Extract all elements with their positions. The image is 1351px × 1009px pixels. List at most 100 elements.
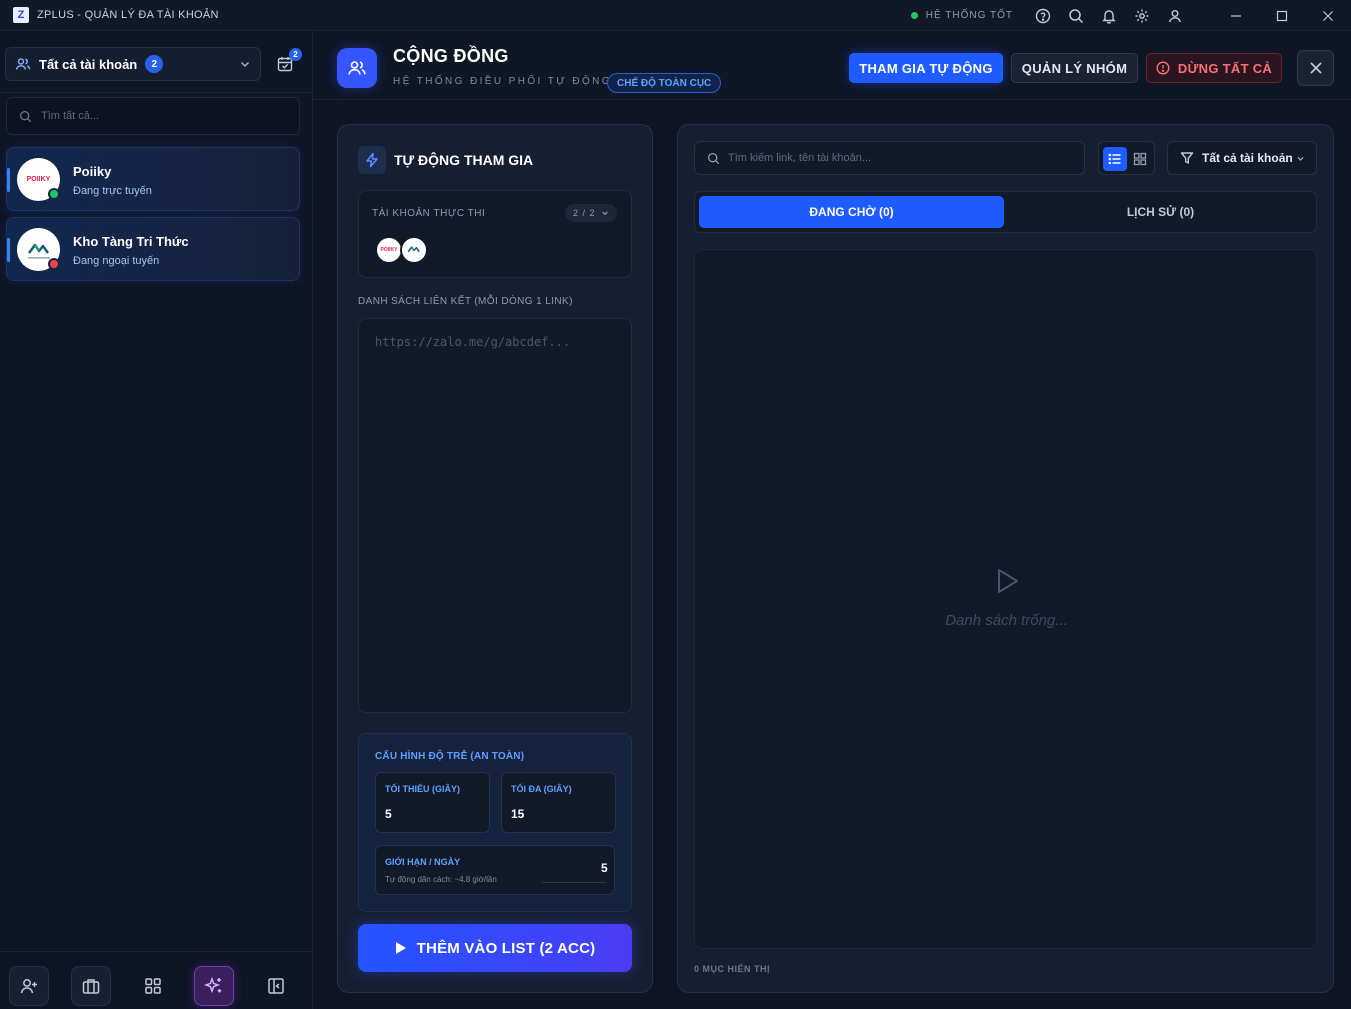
avatar-logo-icon xyxy=(27,243,50,258)
exec-accounts-box: TÀI KHOẢN THỰC THI 2 / 2 POIIKY xyxy=(358,190,632,278)
status-dot-online xyxy=(48,188,60,200)
queue-panel: Tất cả tài khoản ĐANG CHỜ (0) LỊCH SỬ (0… xyxy=(677,124,1334,993)
empty-state-text: Danh sách trống... xyxy=(945,612,1068,629)
sparkles-icon xyxy=(203,976,222,994)
alert-circle-icon xyxy=(1156,61,1170,75)
account-item-kho-tang-tri-thuc[interactable]: Kho Tàng Tri Thức Đang ngoại tuyến xyxy=(6,217,300,281)
exec-avatar-poiiky: POIIKY xyxy=(375,236,403,264)
view-toggle xyxy=(1098,141,1155,175)
sidebar-divider xyxy=(0,92,313,93)
title-bar: Z ZPLUS - QUẢN LÝ ĐA TÀI KHOẢN HỆ THỐNG … xyxy=(0,0,1351,31)
auto-join-title: TỰ ĐỘNG THAM GIA xyxy=(394,152,534,168)
account-status: Đang trực tuyến xyxy=(73,185,152,197)
min-delay-value[interactable]: 5 xyxy=(385,807,392,821)
max-delay-value[interactable]: 15 xyxy=(511,807,524,821)
account-name: Poiiky xyxy=(73,164,112,179)
active-indicator xyxy=(7,168,10,192)
sidebar-toolbar xyxy=(0,951,313,1009)
sparkles-button[interactable] xyxy=(194,966,234,1006)
exec-accounts-label: TÀI KHOẢN THỰC THI xyxy=(372,208,486,219)
lightning-icon xyxy=(358,146,386,174)
page-header: CỘNG ĐỒNG HỆ THỐNG ĐIỀU PHỐI TỰ ĐỘNG CHẾ… xyxy=(313,31,1351,100)
status-dot-offline xyxy=(48,258,60,270)
grid-button[interactable] xyxy=(133,966,173,1006)
account-count-badge: 2 xyxy=(145,55,164,73)
list-view-button[interactable] xyxy=(1103,147,1127,171)
list-icon xyxy=(1108,153,1121,165)
system-status-dot xyxy=(910,12,918,19)
queue-list: Danh sách trống... xyxy=(694,249,1317,949)
stop-all-label: DỪNG TẤT CẢ xyxy=(1177,60,1273,76)
auto-join-button[interactable]: THAM GIA TỰ ĐỘNG xyxy=(849,53,1003,83)
tab-pending[interactable]: ĐANG CHỜ (0) xyxy=(699,196,1004,228)
add-to-list-button[interactable]: THÊM VÀO LIST (2 ACC) xyxy=(358,924,632,972)
tab-history[interactable]: LỊCH SỬ (0) xyxy=(1008,196,1313,228)
play-outline-icon xyxy=(993,567,1021,595)
search-icon xyxy=(19,110,32,123)
chevron-down-icon xyxy=(601,209,609,217)
account-item-poiiky[interactable]: POIIKY Poiiky Đang trực tuyến xyxy=(6,147,300,211)
exec-avatar-logo: POIIKY xyxy=(380,247,398,253)
account-filter-dropdown[interactable]: Tất cả tài khoản xyxy=(1167,141,1317,175)
gear-icon[interactable] xyxy=(1134,8,1150,24)
community-icon xyxy=(337,48,377,88)
account-name: Kho Tàng Tri Thức xyxy=(73,234,189,249)
exec-accounts-count: 2 / 2 xyxy=(573,208,596,218)
users-icon xyxy=(15,56,31,72)
app-title: ZPLUS - QUẢN LÝ ĐA TÀI KHOẢN xyxy=(37,9,219,21)
links-label: DANH SÁCH LIÊN KẾT (MỖI DÒNG 1 LINK) xyxy=(358,296,573,307)
queue-search xyxy=(694,141,1085,175)
global-mode-badge: CHẾ ĐỘ TOÀN CỤC xyxy=(607,73,722,93)
system-status-text: HỆ THỐNG TỐT xyxy=(925,10,1013,21)
daily-limit-value[interactable]: 5 xyxy=(601,861,608,875)
items-count-text: 0 MỤC HIỂN THỊ xyxy=(694,964,771,974)
help-icon[interactable] xyxy=(1035,8,1051,24)
daily-limit-label: GIỚI HẠN / NGÀY xyxy=(385,857,461,867)
add-to-list-label: THÊM VÀO LIST (2 ACC) xyxy=(416,939,596,957)
bell-icon[interactable] xyxy=(1101,8,1117,24)
grid-icon xyxy=(1133,152,1147,166)
sidebar-search-input[interactable] xyxy=(41,110,281,122)
briefcase-icon xyxy=(82,979,100,994)
exec-avatar-logo-icon xyxy=(407,246,420,253)
add-user-button[interactable] xyxy=(9,966,49,1006)
account-selector[interactable]: Tất cả tài khoản 2 xyxy=(5,47,261,81)
user-icon[interactable] xyxy=(1167,8,1183,24)
minimize-button[interactable] xyxy=(1213,0,1259,31)
account-status: Đang ngoại tuyến xyxy=(73,255,160,267)
panel-collapse-icon xyxy=(268,978,284,994)
grid-view-button[interactable] xyxy=(1128,147,1152,171)
page-subtitle: HỆ THỐNG ĐIỀU PHỐI TỰ ĐỘNG xyxy=(393,76,612,87)
exec-accounts-dropdown[interactable]: 2 / 2 xyxy=(565,204,617,222)
calendar-badge: 2 xyxy=(289,48,302,61)
queue-tabs: ĐANG CHỜ (0) LỊCH SỬ (0) xyxy=(694,191,1317,233)
close-panel-button[interactable] xyxy=(1297,50,1334,86)
account-selector-label: Tất cả tài khoản xyxy=(39,56,138,72)
add-user-icon xyxy=(20,979,37,994)
avatar-logo: POIIKY xyxy=(26,176,51,183)
links-textarea[interactable] xyxy=(358,318,632,713)
briefcase-button[interactable] xyxy=(71,966,111,1006)
search-icon[interactable] xyxy=(1068,8,1084,24)
daily-limit-hint: Tự động dãn cách: ~4.8 giờ/lần xyxy=(385,875,497,884)
collapse-sidebar-button[interactable] xyxy=(256,966,296,1006)
close-icon xyxy=(1309,62,1322,74)
delay-config-box: CẤU HÌNH ĐỘ TRỄ (AN TOÀN) TỐI THIỂU (GIÂ… xyxy=(358,733,632,912)
play-icon xyxy=(395,941,407,955)
grid-icon xyxy=(145,978,161,994)
filter-icon xyxy=(1180,151,1194,165)
manage-groups-button[interactable]: QUẢN LÝ NHÓM xyxy=(1011,53,1138,83)
close-window-button[interactable] xyxy=(1305,0,1351,31)
min-delay-field[interactable]: TỐI THIỂU (GIÂY) 5 xyxy=(375,772,490,833)
max-delay-field[interactable]: TỐI ĐA (GIÂY) 15 xyxy=(501,772,616,833)
auto-join-panel: TỰ ĐỘNG THAM GIA TÀI KHOẢN THỰC THI 2 / … xyxy=(337,124,653,993)
daily-limit-field[interactable]: GIỚI HẠN / NGÀY Tự động dãn cách: ~4.8 g… xyxy=(375,845,615,895)
queue-search-input[interactable] xyxy=(728,152,1068,164)
maximize-button[interactable] xyxy=(1259,0,1305,31)
max-delay-label: TỐI ĐA (GIÂY) xyxy=(511,784,572,794)
exec-avatar-kho-tang xyxy=(400,236,428,264)
sidebar-search xyxy=(6,97,300,135)
stop-all-button[interactable]: DỪNG TẤT CẢ xyxy=(1146,53,1282,83)
daily-limit-underline xyxy=(542,882,606,883)
chevron-down-icon xyxy=(1296,154,1305,163)
